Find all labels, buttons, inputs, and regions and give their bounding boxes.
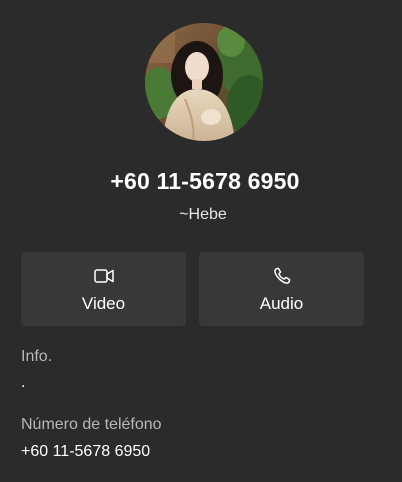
phone-number-label: Número de teléfono (21, 416, 162, 433)
info-value[interactable]: . (21, 374, 25, 392)
audio-call-button[interactable]: Audio (199, 252, 364, 326)
avatar[interactable] (145, 23, 263, 141)
info-label: Info. (21, 348, 53, 365)
video-call-label: Video (81, 294, 126, 313)
contact-phone-title: +60 11-5678 6950 (110, 168, 300, 194)
avatar-photo (145, 23, 263, 141)
video-camera-icon (21, 265, 186, 287)
phone-icon (199, 265, 364, 287)
phone-number-value[interactable]: +60 11-5678 6950 (21, 443, 150, 461)
contact-info-panel: +60 11-5678 6950 ~Hebe Video Audio Info.… (0, 0, 402, 482)
video-call-button[interactable]: Video (21, 252, 186, 326)
contact-push-name: ~Hebe (179, 206, 227, 223)
audio-call-label: Audio (259, 294, 304, 313)
